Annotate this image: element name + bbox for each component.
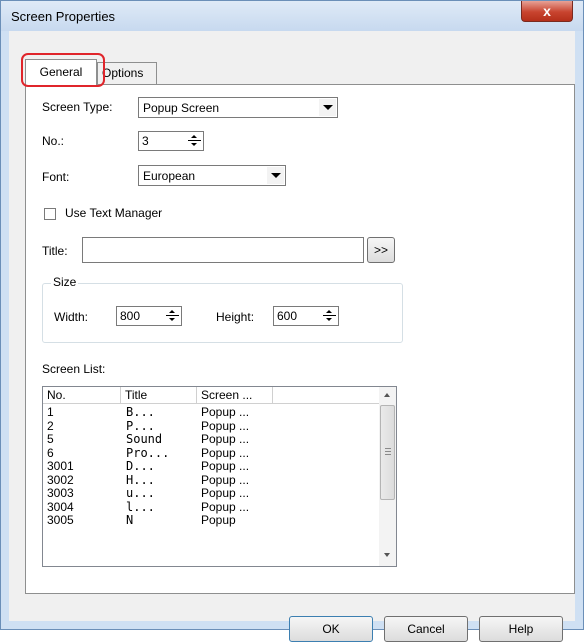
dialog-window: Screen Properties x General Options Scre… [0,0,584,642]
height-label: Height: [216,310,255,324]
list-item-screen: Popup ... [201,472,250,487]
help-label: Help [508,622,534,636]
tab-options[interactable]: Options [97,62,157,84]
font-value: European [143,169,196,183]
list-item-screen: Popup ... [201,445,250,460]
list-item[interactable]: 5 Sound Popup ... [43,433,379,446]
column-header-empty [273,387,379,404]
spin-arrows-icon[interactable] [187,133,202,149]
title-label: Title: [42,244,68,258]
dialog-client-area: General Options Screen Type: Popup Scree… [9,31,575,642]
tab-options-label: Options [102,66,144,80]
list-item-no: 3001 [47,459,74,473]
list-item-title: D... [126,459,155,473]
no-label: No.: [42,134,65,148]
list-item-title: H... [126,472,155,487]
list-item-no: 3003 [47,486,74,500]
use-text-manager-label: Use Text Manager [65,206,163,220]
column-header-screen[interactable]: Screen ... [197,387,273,404]
list-item-title: N [126,513,134,527]
list-item-no: 6 [47,445,54,460]
list-item-title: l... [126,499,155,514]
list-item-screen: Popup [201,513,236,527]
help-button[interactable]: Help [479,616,563,642]
screen-list[interactable]: No. Title Screen ... 1 B... Popup ... 2 P...… [42,386,397,567]
list-item[interactable]: 3002 H... Popup ... [43,474,379,487]
screen-list-label: Screen List: [42,362,106,376]
cancel-button[interactable]: Cancel [384,616,468,642]
browse-label: >> [373,243,388,257]
spin-arrows-icon[interactable] [165,308,180,324]
list-item-title: B... [126,405,155,419]
height-value: 600 [277,309,298,323]
list-item-no: 5 [47,432,54,446]
screen-type-dropdown[interactable]: Popup Screen [138,97,338,118]
spin-down-icon[interactable] [322,316,337,324]
column-header-title[interactable]: Title [121,387,197,404]
font-label: Font: [42,170,70,184]
window-title: Screen Properties [11,9,116,24]
title-browse-button[interactable]: >> [367,237,395,263]
font-dropdown[interactable]: European [138,165,286,186]
list-item-no: 2 [47,418,54,433]
title-input[interactable] [82,237,364,263]
list-item[interactable]: 1 B... Popup ... [43,406,379,419]
list-item-title: u... [126,486,155,500]
list-item-no: 3004 [47,499,74,514]
close-icon: x [543,3,551,19]
list-item-screen: Popup ... [201,459,250,473]
no-value: 3 [142,134,149,148]
screen-type-label: Screen Type: [42,100,113,114]
list-item-no: 3005 [47,513,74,527]
highlight-annotation [21,53,105,87]
list-item-screen: Popup ... [201,405,250,419]
list-item[interactable]: 3001 D... Popup ... [43,460,379,473]
chevron-down-icon[interactable] [319,99,336,116]
list-item-no: 1 [47,405,54,419]
spin-down-icon[interactable] [187,141,202,149]
scroll-thumb[interactable] [380,405,395,500]
list-item-title: P... [126,418,155,433]
scroll-down-icon[interactable] [384,553,390,557]
general-tab-panel: Screen Type: Popup Screen No.: 3 Font: E… [25,84,575,594]
spin-down-icon[interactable] [165,316,180,324]
size-legend: Size [51,275,79,289]
spin-arrows-icon[interactable] [322,308,337,324]
list-item-no: 3002 [47,472,74,487]
column-header-no[interactable]: No. [43,387,121,404]
close-button[interactable]: x [521,1,573,22]
scroll-up-icon[interactable] [384,393,390,397]
list-item-screen: Popup ... [201,432,250,446]
chevron-down-icon[interactable] [267,167,284,184]
list-item[interactable]: 3005 N Popup [43,514,379,527]
list-item-screen: Popup ... [201,499,250,514]
grip-line [385,454,391,455]
vertical-scrollbar[interactable] [379,387,396,566]
use-text-manager-checkbox[interactable] [44,208,56,220]
screen-type-value: Popup Screen [143,101,220,115]
no-stepper[interactable]: 3 [138,131,204,151]
ok-label: OK [322,622,340,636]
list-item-screen: Popup ... [201,486,250,500]
grip-line [385,448,391,449]
ok-button[interactable]: OK [289,616,373,642]
list-item[interactable]: 2 P... Popup ... [43,420,379,433]
list-item-title: Pro... [126,445,170,460]
height-stepper[interactable]: 600 [273,306,339,326]
list-item-screen: Popup ... [201,418,250,433]
width-value: 800 [120,309,141,323]
title-bar[interactable]: Screen Properties x [1,1,583,31]
list-item[interactable]: 3004 l... Popup ... [43,501,379,514]
cancel-label: Cancel [407,622,445,636]
grip-line [385,451,391,452]
list-item[interactable]: 6 Pro... Popup ... [43,447,379,460]
list-item[interactable]: 3003 u... Popup ... [43,487,379,500]
list-item-title: Sound [126,432,163,446]
width-stepper[interactable]: 800 [116,306,182,326]
width-label: Width: [54,310,89,324]
